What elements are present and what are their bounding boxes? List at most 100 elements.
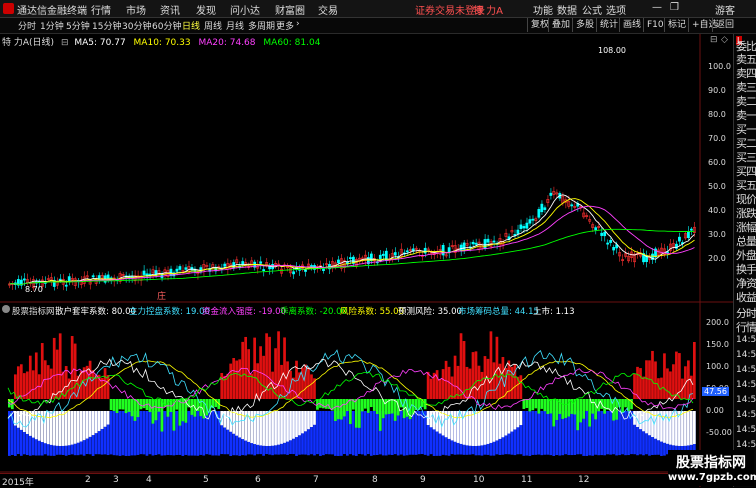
- menu-item-market[interactable]: 市场: [126, 2, 146, 17]
- indicator-bar: [591, 411, 594, 456]
- candle-body: [600, 232, 604, 236]
- indicator-bar: [474, 351, 478, 399]
- indicator-bar: [178, 399, 182, 426]
- menu-item-discover[interactable]: 发现: [196, 2, 216, 17]
- timeline-month: 2: [85, 475, 91, 485]
- candle-body: [471, 241, 475, 245]
- indicator-bar: [49, 368, 53, 399]
- restore-icon[interactable]: ❐: [670, 2, 679, 13]
- menu-item-trade[interactable]: 交易: [318, 2, 338, 17]
- indicator-bar: [513, 411, 517, 430]
- period-30min[interactable]: 30分钟: [122, 19, 151, 32]
- period-more[interactable]: 更多: [276, 19, 294, 32]
- indicator-bar: [414, 411, 418, 455]
- candle-body: [178, 266, 182, 270]
- candle-body: [337, 259, 340, 264]
- indicator-bar: [504, 411, 508, 436]
- period-60min[interactable]: 60分钟: [152, 19, 181, 32]
- watermark: 股票指标网 www.7gpzb.com: [668, 450, 756, 486]
- indicator-bar: [250, 373, 253, 399]
- user-label[interactable]: 游客: [715, 2, 735, 17]
- period-weekly[interactable]: 周线: [204, 19, 222, 32]
- period-5min[interactable]: 5分钟: [66, 19, 90, 32]
- overlay-button[interactable]: 叠加: [548, 18, 573, 32]
- quote-side-panel: L 委比 卖五 卖四 卖三 卖二 卖一 买一 买二 买三 买四 买五 现价 涨跌…: [733, 34, 756, 487]
- period-15min[interactable]: 15分钟: [92, 19, 121, 32]
- indicator-bar: [64, 411, 68, 446]
- menu-item-news[interactable]: 资讯: [160, 2, 180, 17]
- indicator-bar: [540, 399, 544, 409]
- menu-item-quotes[interactable]: 行情: [91, 2, 111, 17]
- indicator-bar: [85, 411, 89, 439]
- period-daily[interactable]: 日线: [182, 19, 200, 32]
- indicator-bar: [106, 411, 110, 425]
- indicator-bar: [561, 399, 565, 419]
- indicator-bar: [112, 411, 116, 456]
- indicator-bar: [145, 411, 149, 456]
- indicator-bar: [319, 411, 322, 456]
- indicator-bar: [642, 376, 645, 399]
- period-multi[interactable]: 多周期: [248, 19, 275, 32]
- indicator-bar: [127, 399, 131, 412]
- indicator-bar: [585, 399, 589, 411]
- period-monthly[interactable]: 月线: [226, 19, 244, 32]
- indicator-bar: [331, 411, 334, 455]
- indicator-bar: [510, 411, 514, 432]
- menu-item-wealth[interactable]: 财富圈: [275, 2, 305, 17]
- indicator-bar: [618, 411, 621, 456]
- timeline-bar: 2015年 2 3 4 5 6 7 8 9 10 11 12: [0, 473, 733, 488]
- timeline-month: 6: [255, 475, 261, 485]
- menu-item-formula[interactable]: 公式: [582, 2, 602, 17]
- indicator-bar: [492, 411, 496, 442]
- period-1min[interactable]: 1分钟: [40, 19, 64, 32]
- minimize-icon[interactable]: —: [652, 2, 662, 13]
- candle-body: [378, 254, 382, 260]
- indicator-bar: [489, 411, 493, 443]
- indicator-bar: [468, 411, 472, 446]
- indicator-bar: [597, 411, 600, 456]
- indicator-bar: [672, 364, 675, 399]
- timeline-year: 2015年: [2, 478, 34, 488]
- panel-time: 14:56: [736, 440, 756, 450]
- indicator-bar: [471, 352, 475, 399]
- indicator-name[interactable]: 股票指标网: [12, 305, 55, 317]
- indicator-listing: 上市: 1.13: [533, 307, 575, 317]
- indicator-bar: [366, 399, 370, 413]
- indicator-bar: [396, 399, 400, 416]
- menu-item-ask[interactable]: 问小达: [230, 2, 260, 17]
- back-button[interactable]: 返回: [712, 18, 737, 32]
- indicator-bar: [582, 399, 586, 419]
- moving-average-line: [9, 205, 695, 285]
- candle-body: [58, 278, 62, 281]
- indicator-bar: [268, 411, 271, 446]
- more-chevron-icon[interactable]: ›: [296, 19, 300, 29]
- multi-stock-button[interactable]: 多股: [572, 18, 597, 32]
- menu-item-function[interactable]: 功能: [533, 2, 553, 17]
- period-fenshi[interactable]: 分时: [18, 19, 36, 32]
- timeline-month: 10: [473, 475, 485, 485]
- price-tick: 30.0: [708, 230, 726, 239]
- indicator-bar: [603, 399, 606, 414]
- indicator-bar: [229, 363, 233, 399]
- indicator-bar: [220, 373, 224, 399]
- price-tick: 100.0: [708, 62, 731, 71]
- indicator-bar: [301, 411, 304, 434]
- indicator-bar: [115, 399, 119, 414]
- indicator-bar: [399, 411, 403, 455]
- indicator-bar: [369, 399, 373, 408]
- draw-button[interactable]: 画线: [619, 18, 644, 32]
- current-stock-tag: 特 力A: [473, 6, 504, 17]
- price-tick: 90.0: [708, 86, 726, 95]
- indicator-bar: [142, 399, 146, 409]
- panel-item-hangqing[interactable]: 行情: [736, 319, 756, 335]
- menu-item-data[interactable]: 数据: [557, 2, 577, 17]
- indicator-chip-total: 市场筹码总量: 44.15: [458, 307, 539, 317]
- indicator-bar: [693, 411, 696, 445]
- indicator-bar: [181, 399, 185, 422]
- indicator-bar: [109, 411, 113, 455]
- stats-button[interactable]: 统计: [596, 18, 621, 32]
- indicator-bar: [289, 411, 292, 441]
- menu-item-options[interactable]: 选项: [606, 2, 626, 17]
- candle-body: [519, 224, 523, 229]
- mark-button[interactable]: 标记: [664, 18, 689, 32]
